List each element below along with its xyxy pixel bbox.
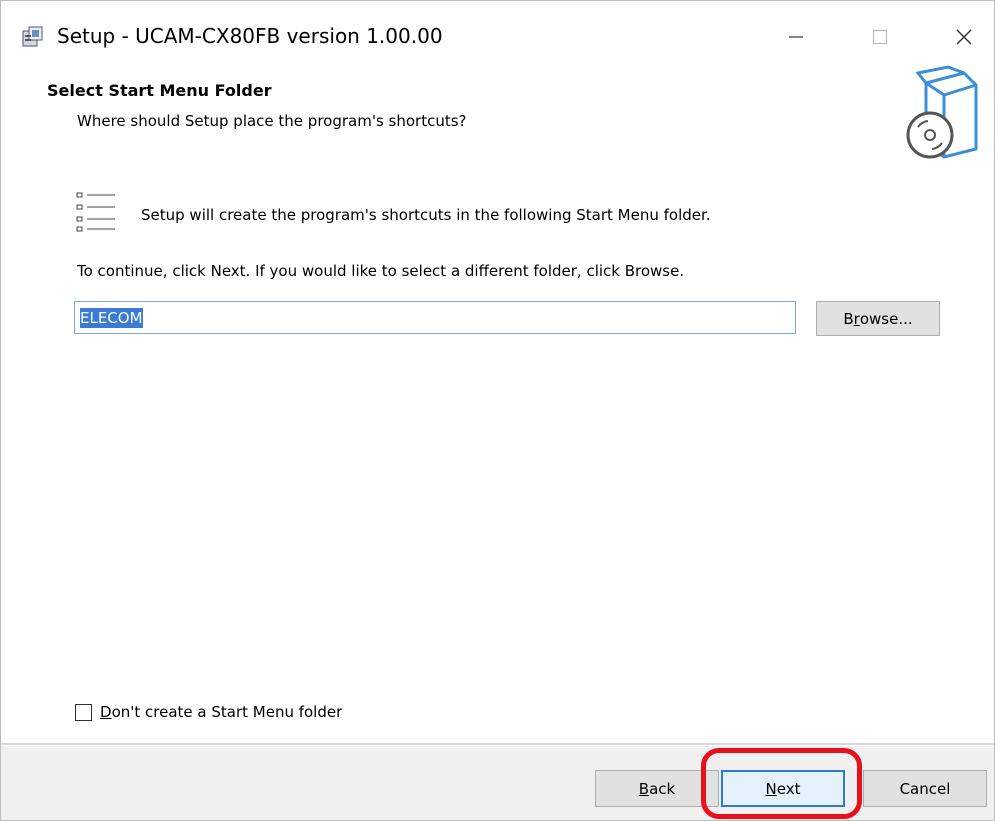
cancel-label: Cancel: [899, 779, 951, 798]
next-button-highlight-annotation: [701, 748, 862, 819]
info-text: Setup will create the program's shortcut…: [141, 206, 711, 224]
no-folder-checkbox-label: Don't create a Start Menu folder: [100, 703, 342, 721]
minimize-icon: [789, 36, 803, 38]
setup-box-disc-icon: [904, 65, 978, 161]
maximize-button[interactable]: [857, 15, 903, 59]
installer-app-icon: [21, 25, 45, 49]
back-label-accel: B: [638, 779, 650, 798]
window-title: Setup - UCAM-CX80FB version 1.00.00: [57, 24, 443, 48]
close-button[interactable]: [941, 15, 987, 59]
cancel-button[interactable]: Cancel: [863, 770, 987, 807]
page-subtitle: Where should Setup place the program's s…: [77, 112, 467, 130]
minimize-button[interactable]: [773, 15, 819, 59]
page-title: Select Start Menu Folder: [47, 81, 272, 100]
title-bar[interactable]: Setup - UCAM-CX80FB version 1.00.00: [1, 1, 994, 71]
back-label-suffix: ack: [649, 779, 676, 798]
close-icon: [956, 29, 972, 45]
no-folder-label-suffix: on't create a Start Menu folder: [111, 703, 343, 721]
start-menu-folder-input[interactable]: ELECOM: [74, 301, 796, 334]
browse-label-suffix: owse...: [859, 309, 913, 328]
maximize-icon: [872, 29, 888, 45]
start-menu-list-icon: [75, 191, 119, 235]
browse-label-prefix: B: [843, 309, 854, 328]
setup-window: Setup - UCAM-CX80FB version 1.00.00 Sele…: [0, 0, 995, 821]
instruction-text: To continue, click Next. If you would li…: [77, 262, 685, 280]
folder-input-value: ELECOM: [80, 307, 143, 328]
no-folder-option[interactable]: Don't create a Start Menu folder: [75, 703, 342, 721]
browse-button[interactable]: Br owse...: [816, 301, 940, 336]
no-folder-label-accel: D: [100, 703, 112, 721]
no-folder-checkbox[interactable]: [75, 703, 92, 721]
